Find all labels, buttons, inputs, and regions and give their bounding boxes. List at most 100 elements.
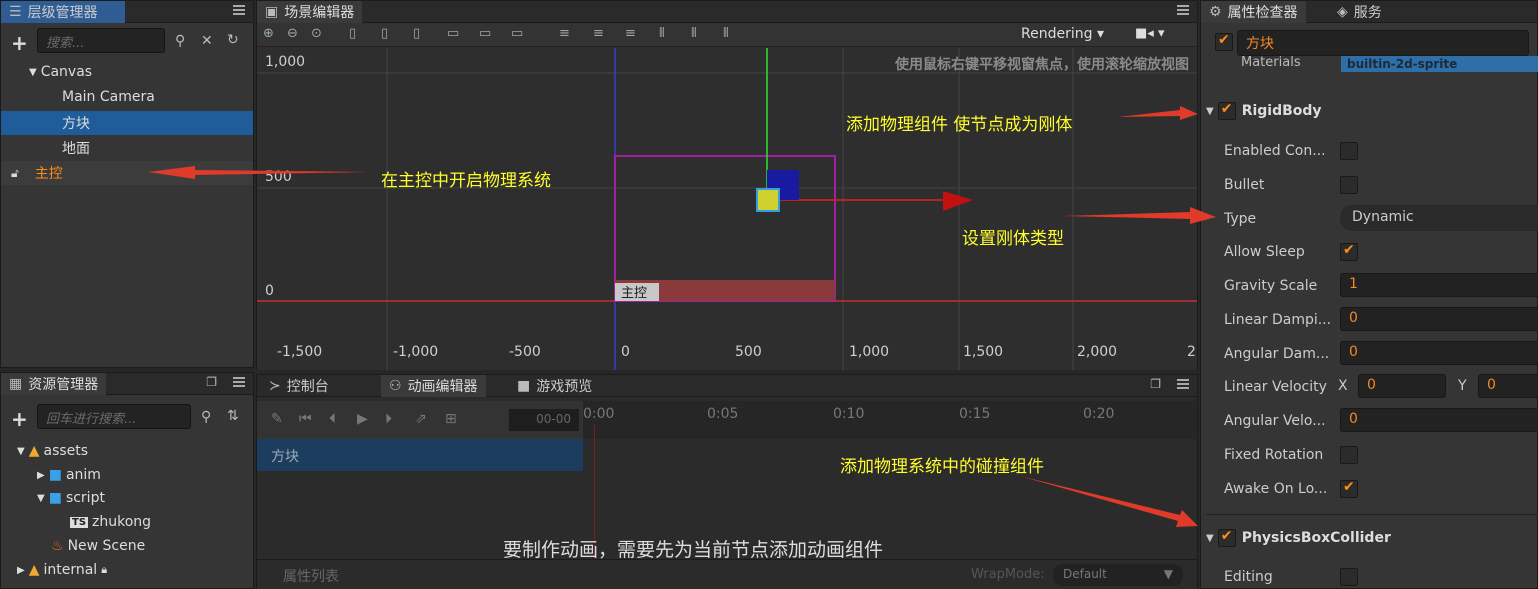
- add-asset-icon[interactable]: +: [11, 407, 28, 431]
- distribute-center-icon[interactable]: ⦀: [691, 26, 697, 41]
- next-frame-icon[interactable]: ⏵: [385, 411, 392, 427]
- materials-value[interactable]: builtin-2d-sprite: [1341, 56, 1538, 72]
- x-tick: 1,500: [963, 344, 1004, 360]
- time-input[interactable]: 00-00: [509, 409, 579, 431]
- collapse-icon[interactable]: ✕: [201, 33, 213, 49]
- skip-start-icon[interactable]: ⏮: [299, 411, 312, 427]
- maximize-icon[interactable]: ❐: [206, 375, 217, 389]
- tree-item-main-camera[interactable]: Main Camera: [1, 85, 253, 109]
- add-node-icon[interactable]: +: [11, 31, 28, 55]
- zoom-out-icon[interactable]: ⊖: [287, 26, 298, 41]
- timeline-mark: 0:20: [1083, 406, 1115, 422]
- tree-item-internal[interactable]: ▶ ▲ internal 🔒︎: [1, 558, 253, 582]
- panel-menu-icon[interactable]: [233, 5, 245, 15]
- assets-icon: ▦: [9, 376, 23, 392]
- play-icon[interactable]: ▶: [357, 411, 368, 427]
- enabled-contact-checkbox[interactable]: [1340, 142, 1358, 160]
- search-icon[interactable]: ⚲: [201, 409, 211, 425]
- distribute-right-icon[interactable]: ⦀: [723, 26, 729, 41]
- node-name-input[interactable]: 方块: [1237, 30, 1529, 56]
- x-tick: -1,000: [393, 344, 439, 360]
- hierarchy-search-input[interactable]: 搜索...: [37, 28, 165, 53]
- rigidbody-enabled-checkbox[interactable]: [1217, 101, 1236, 120]
- tab-inspector[interactable]: ⚙ 属性检查器: [1201, 1, 1306, 23]
- panel-menu-icon[interactable]: [233, 377, 245, 387]
- lock-open-icon[interactable]: 🔓︎: [11, 166, 19, 181]
- distribute-middle-icon[interactable]: ≡: [593, 26, 604, 41]
- console-icon: ≻: [269, 378, 281, 394]
- tab-console[interactable]: ≻ 控制台: [261, 375, 337, 397]
- tab-hierarchy[interactable]: ☰ 层级管理器: [1, 1, 125, 23]
- align-top-icon[interactable]: ▭: [447, 26, 459, 41]
- tree-item-script[interactable]: ▼ ■ script: [1, 486, 253, 510]
- editing-checkbox[interactable]: [1340, 568, 1358, 586]
- align-center-icon[interactable]: ▯: [381, 26, 388, 41]
- section-divider: [1206, 514, 1538, 515]
- maximize-icon[interactable]: ❐: [1150, 377, 1161, 391]
- search-icon[interactable]: ⚲: [175, 33, 185, 49]
- collider-enabled-checkbox[interactable]: [1217, 528, 1236, 547]
- lock-icon: 🔒︎: [101, 563, 108, 576]
- anim-node-row[interactable]: 方块: [257, 439, 583, 471]
- distribute-top-icon[interactable]: ≡: [559, 26, 570, 41]
- distribute-left-icon[interactable]: ⦀: [659, 26, 665, 41]
- linear-velocity-label: Linear Velocity: [1224, 379, 1327, 395]
- bullet-checkbox[interactable]: [1340, 176, 1358, 194]
- tab-assets[interactable]: ▦ 资源管理器: [1, 373, 107, 395]
- bullet-label: Bullet: [1224, 177, 1265, 193]
- type-select[interactable]: Dynamic: [1340, 205, 1538, 231]
- awake-on-load-checkbox[interactable]: [1340, 479, 1358, 498]
- tree-item-block[interactable]: 方块: [1, 111, 253, 135]
- linear-damping-label: Linear Dampi...: [1224, 312, 1332, 328]
- zoom-in-icon[interactable]: ⊕: [263, 26, 274, 41]
- tab-game-preview[interactable]: ■ 游戏预览: [509, 375, 600, 397]
- fixed-rotation-checkbox[interactable]: [1340, 446, 1358, 464]
- angular-velocity-input[interactable]: 0: [1340, 408, 1538, 432]
- tree-item-new-scene[interactable]: ♨ New Scene: [1, 534, 253, 558]
- node-active-checkbox[interactable]: [1215, 32, 1233, 51]
- add-event-icon[interactable]: ⊞: [445, 411, 457, 427]
- caret-right-icon: ▶: [17, 564, 25, 576]
- scene-hint: 使用鼠标右键平移视窗焦点，使用滚轮缩放视图: [895, 57, 1189, 73]
- align-bottom-icon[interactable]: ▭: [511, 26, 523, 41]
- tree-item-assets[interactable]: ▼ ▲ assets: [1, 439, 253, 463]
- y-tick: 0: [265, 283, 274, 299]
- align-right-icon[interactable]: ▯: [413, 26, 420, 41]
- sort-icon[interactable]: ⇅: [227, 408, 239, 424]
- zoom-reset-icon[interactable]: ⊙: [311, 26, 322, 41]
- edit-icon[interactable]: ✎: [271, 411, 283, 427]
- animation-icon: ⚇: [389, 378, 402, 394]
- linear-damping-input[interactable]: 0: [1340, 307, 1538, 331]
- rendering-dropdown[interactable]: Rendering ▾: [1021, 26, 1104, 42]
- align-middle-icon[interactable]: ▭: [479, 26, 491, 41]
- rigidbody-section[interactable]: ▼ RigidBody: [1206, 99, 1538, 123]
- distribute-bottom-icon[interactable]: ≡: [625, 26, 636, 41]
- tab-services[interactable]: ◈ 服务: [1329, 1, 1390, 23]
- panel-menu-icon[interactable]: [1177, 379, 1189, 389]
- export-icon[interactable]: ⇗: [415, 411, 427, 427]
- tree-item-anim[interactable]: ▶ ■ anim: [1, 463, 253, 487]
- prev-frame-icon[interactable]: ⏴: [329, 411, 336, 427]
- x-tick: 2,000: [1077, 344, 1118, 360]
- hierarchy-panel: ☰ 层级管理器 + 搜索... ⚲ ✕ ↻ ▼ Canvas Main Came…: [0, 0, 254, 368]
- velocity-x-input[interactable]: 0: [1358, 374, 1446, 398]
- gravity-scale-input[interactable]: 1: [1340, 273, 1538, 297]
- timeline-ruler[interactable]: 0:00 0:05 0:10 0:15 0:20: [583, 401, 1197, 439]
- align-left-icon[interactable]: ▯: [349, 26, 356, 41]
- scene-viewport[interactable]: 主控: [257, 48, 1197, 370]
- tab-animation[interactable]: ⚇ 动画编辑器: [381, 375, 486, 397]
- assets-search-input[interactable]: 回车进行搜索...: [37, 404, 191, 429]
- wrapmode-select[interactable]: Default ▼: [1053, 564, 1183, 586]
- tree-item-controller[interactable]: 🔓︎ 主控: [1, 161, 253, 185]
- panel-menu-icon[interactable]: [1177, 5, 1189, 15]
- tree-item-ground[interactable]: 地面: [1, 136, 253, 160]
- refresh-icon[interactable]: ↻: [227, 32, 239, 48]
- tree-item-zhukong[interactable]: TS zhukong: [1, 510, 253, 534]
- box-collider-section[interactable]: ▼ PhysicsBoxCollider: [1206, 526, 1538, 550]
- tree-item-canvas[interactable]: ▼ Canvas: [1, 60, 253, 84]
- tab-scene[interactable]: ▣ 场景编辑器: [257, 1, 363, 23]
- camera-icon[interactable]: ■◂ ▾: [1135, 26, 1164, 41]
- allow-sleep-checkbox[interactable]: [1340, 242, 1358, 261]
- angular-damping-input[interactable]: 0: [1340, 341, 1538, 365]
- velocity-y-input[interactable]: 0: [1478, 374, 1538, 398]
